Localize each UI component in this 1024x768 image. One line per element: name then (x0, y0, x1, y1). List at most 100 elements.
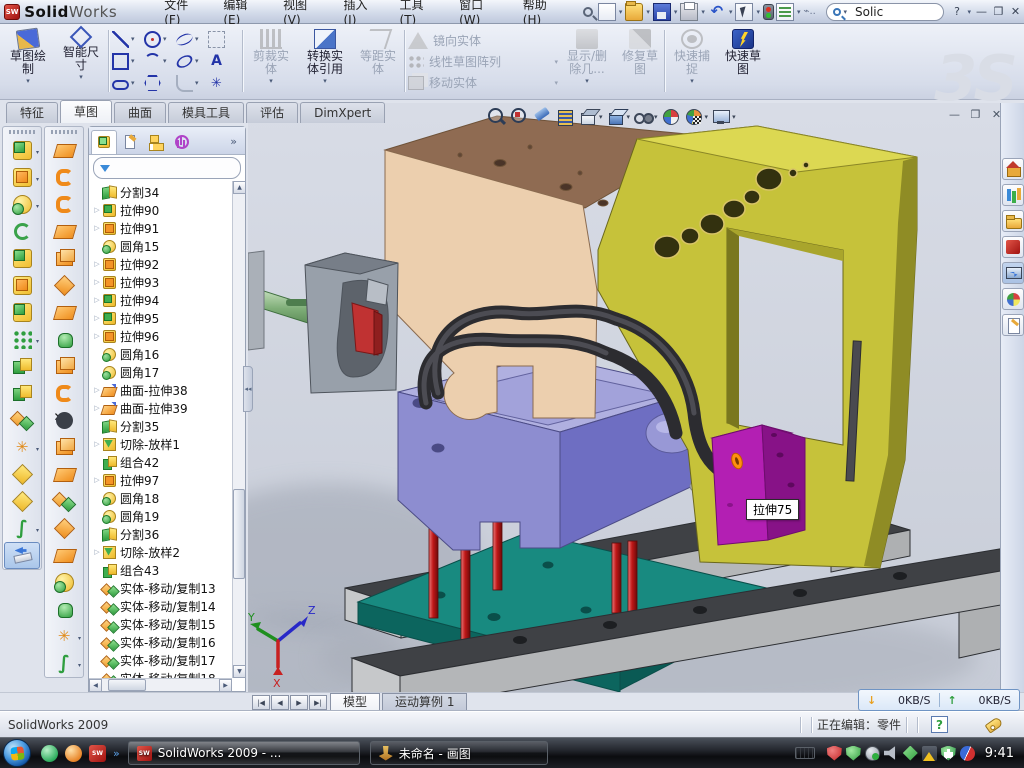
feature-tree-item[interactable]: 分割34 (89, 183, 245, 201)
planar-surface-button[interactable] (46, 299, 82, 326)
part-insert-block[interactable] (712, 425, 805, 545)
tab-surfaces[interactable]: 曲面 (114, 102, 166, 123)
dropdown-caret-icon[interactable]: ▾ (36, 446, 39, 453)
quick-snaps-button[interactable]: 快速捕捉 ▾ (668, 27, 716, 95)
trim-surface-button[interactable] (46, 542, 82, 569)
tab-motion-study[interactable]: 运动算例 1 (382, 693, 467, 711)
open-icon[interactable] (625, 3, 643, 21)
display-style-button[interactable]: ▾ (606, 107, 631, 127)
feature-tree-item[interactable]: 实体-移动/复制15 (89, 615, 245, 633)
search-box[interactable]: ▾ Solic (826, 3, 944, 21)
dropdown-caret-icon[interactable]: ▾ (163, 57, 167, 65)
feature-tree-item[interactable]: 圆角18 (89, 489, 245, 507)
cut-feature-button[interactable] (4, 272, 40, 299)
quick-tips-icon[interactable]: ? (931, 716, 948, 733)
print-icon[interactable] (680, 3, 698, 21)
circle-button[interactable]: ▾ (144, 28, 176, 50)
hide-show-items-button[interactable]: ▾ (633, 107, 658, 127)
tab-nav-button-2[interactable]: ▶ (290, 695, 308, 710)
feature-tree-item[interactable]: ▷拉伸90 (89, 201, 245, 219)
spline-button[interactable]: ▾ (176, 28, 208, 50)
offset-surface-button[interactable] (46, 272, 82, 299)
design-library-tab[interactable] (1002, 184, 1024, 206)
close-button[interactable]: ✕ (1007, 5, 1024, 18)
expand-arrow-icon[interactable]: ▷ (92, 440, 102, 448)
dome-button[interactable] (46, 596, 82, 623)
restore-button[interactable]: ❐ (990, 5, 1007, 18)
replace-face-button[interactable] (46, 434, 82, 461)
boss-feature-button[interactable] (4, 245, 40, 272)
move-entities-button[interactable]: 移动实体 ▾ (408, 72, 558, 93)
mirror-entities-button[interactable]: 镜向实体 (408, 30, 558, 51)
feature-tree-item[interactable]: 圆角17 (89, 363, 245, 381)
search-caret-icon[interactable]: ▾ (843, 8, 847, 16)
dropdown-caret-icon[interactable]: ▾ (36, 203, 39, 210)
launcher-quicklaunch-icon[interactable] (65, 745, 82, 762)
text-button[interactable]: A (208, 50, 240, 72)
feature-tree-item[interactable]: 组合42 (89, 453, 245, 471)
zoom-to-fit-button[interactable] (486, 107, 506, 127)
tab-property-manager[interactable] (117, 130, 143, 154)
insert-part-button[interactable]: ✳▾ (4, 434, 40, 461)
keyboard-icon[interactable] (795, 747, 815, 759)
taskbar-window-solidworks[interactable]: SW SolidWorks 2009 - ... (128, 741, 360, 765)
view-palette-tab[interactable] (1002, 236, 1024, 258)
point-button[interactable]: ✳ (208, 72, 240, 94)
dropdown-caret-icon[interactable]: ▾ (732, 113, 736, 121)
appearances-tab[interactable] (1002, 262, 1024, 284)
feature-tree-item[interactable]: 实体-移动/复制13 (89, 579, 245, 597)
linear-sketch-pattern-button[interactable]: 线性草图阵列 ▾ (408, 51, 558, 72)
expand-arrow-icon[interactable]: ▷ (92, 296, 102, 304)
tab-dimxpert[interactable]: DimXpert (300, 102, 385, 123)
scroll-thumb[interactable] (233, 489, 245, 578)
curved-surface-button[interactable] (46, 380, 82, 407)
feature-tree-item[interactable]: ▷切除-放样1 (89, 435, 245, 453)
sketch-caret-icon[interactable]: ▾ (26, 77, 30, 85)
lofted-surface-button[interactable] (46, 218, 82, 245)
edit-appearance-button[interactable] (661, 107, 681, 127)
previous-view-button[interactable] (532, 107, 552, 127)
help-caret-icon[interactable]: ▾ (967, 8, 971, 16)
view-settings-button[interactable]: ▾ (711, 107, 736, 127)
feature-tree-item[interactable]: ▷拉伸94 (89, 291, 245, 309)
revolved-surface-button[interactable] (46, 164, 82, 191)
feature-tree-item[interactable]: 实体-移动/复制14 (89, 597, 245, 615)
feature-tree-item[interactable]: 组合43 (89, 561, 245, 579)
dropdown-caret-icon[interactable]: ▾ (131, 79, 135, 87)
scenes-tab[interactable] (1002, 288, 1024, 310)
dropdown-caret-icon[interactable]: ▾ (36, 527, 39, 534)
panel-splitter-handle[interactable]: ◂◂ (243, 366, 253, 412)
pin-icon[interactable] (583, 7, 593, 17)
dropdown-caret-icon[interactable]: ▾ (654, 113, 658, 121)
move-copy-body-button[interactable] (4, 407, 40, 434)
convert-caret-icon[interactable]: ▾ (323, 77, 327, 85)
expand-arrow-icon[interactable]: ▷ (92, 206, 102, 214)
expand-arrow-icon[interactable]: ▷ (92, 332, 102, 340)
dropdown-caret-icon[interactable]: ▾ (131, 35, 135, 43)
file-explorer-tab[interactable] (1002, 210, 1024, 232)
feature-tree-item[interactable]: 圆角19 (89, 507, 245, 525)
dropdown-caret-icon[interactable]: ▾ (78, 662, 81, 669)
dropdown-caret-icon[interactable]: ▾ (195, 35, 199, 43)
ruled-surface-button[interactable] (46, 488, 82, 515)
delete-face-button[interactable]: ✕ (46, 407, 82, 434)
rebuild-icon[interactable] (763, 4, 774, 20)
feature-tree-item[interactable]: 实体-移动/复制17 (89, 651, 245, 669)
feature-tree-item[interactable]: ▷拉伸91 (89, 219, 245, 237)
centerpoint-arc-button[interactable]: ▾ (144, 50, 176, 72)
expand-arrow-icon[interactable]: ▷ (92, 548, 102, 556)
doc-minimize-button[interactable]: — (944, 108, 965, 121)
messenger-quicklaunch-icon[interactable] (41, 745, 58, 762)
undo-icon[interactable]: ↶ (708, 3, 726, 21)
tree-horizontal-scrollbar[interactable]: ◀ ▶ (89, 678, 232, 691)
help-icon[interactable]: ? (948, 5, 965, 18)
expand-arrow-icon[interactable]: ▷ (92, 278, 102, 286)
delete-body-button[interactable] (4, 461, 40, 488)
dropdown-caret-icon[interactable]: ▾ (36, 176, 39, 183)
wrap-button[interactable] (4, 299, 40, 326)
fillet-surface-button[interactable] (46, 569, 82, 596)
zoom-to-area-button[interactable] (509, 107, 529, 127)
doc-restore-button[interactable]: ❐ (965, 108, 986, 121)
shield-red-tray-icon[interactable] (827, 746, 842, 761)
feature-tree-item[interactable]: 分割35 (89, 417, 245, 435)
